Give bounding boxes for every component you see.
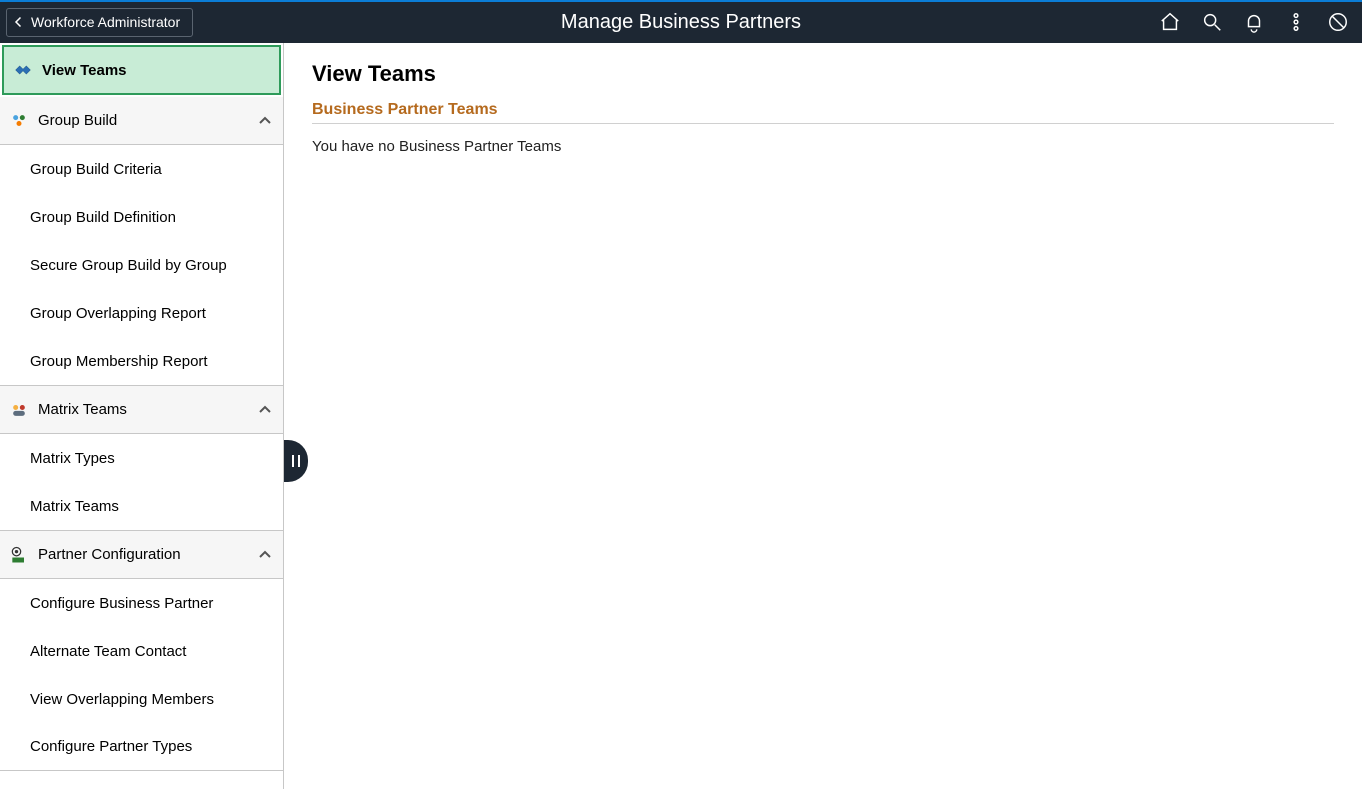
home-button[interactable] xyxy=(1156,8,1184,36)
sidebar-group-partner-configuration-items: Configure Business Partner Alternate Tea… xyxy=(0,579,283,771)
chevron-up-icon xyxy=(257,547,273,563)
section-title: Business Partner Teams xyxy=(312,101,1334,124)
sidebar-item-group-overlapping-report[interactable]: Group Overlapping Report xyxy=(0,289,283,337)
back-button-label: Workforce Administrator xyxy=(31,14,180,30)
pause-bars-icon xyxy=(290,453,302,469)
home-icon xyxy=(1159,11,1181,33)
sidebar-item-label: Matrix Types xyxy=(30,450,115,467)
back-button[interactable]: Workforce Administrator xyxy=(6,8,193,37)
sidebar-item-label: View Overlapping Members xyxy=(30,691,214,708)
sidebar-item-matrix-types[interactable]: Matrix Types xyxy=(0,434,283,482)
sidebar-item-label: Configure Business Partner xyxy=(30,595,213,612)
more-actions-button[interactable] xyxy=(1282,8,1310,36)
handshake-icon xyxy=(12,59,34,81)
sidebar-item-group-membership-report[interactable]: Group Membership Report xyxy=(0,337,283,385)
sidebar-item-alternate-team-contact[interactable]: Alternate Team Contact xyxy=(0,627,283,675)
sidebar-item-label: View Teams xyxy=(42,62,127,79)
sidebar-item-configure-business-partner[interactable]: Configure Business Partner xyxy=(0,579,283,627)
sidebar-item-secure-group-build[interactable]: Secure Group Build by Group xyxy=(0,241,283,289)
sidebar-group-label: Group Build xyxy=(38,112,117,129)
sidebar: View Teams Group Build Group Build Crite… xyxy=(0,43,284,789)
sidebar-item-configure-partner-types[interactable]: Configure Partner Types xyxy=(0,723,283,771)
accessibility-icon xyxy=(1327,11,1349,33)
sidebar-item-view-teams[interactable]: View Teams xyxy=(2,45,281,95)
people-group-icon xyxy=(8,110,30,132)
sidebar-group-label: Partner Configuration xyxy=(38,546,181,563)
sidebar-group-partner-configuration[interactable]: Partner Configuration xyxy=(0,531,283,579)
sidebar-item-label: Group Overlapping Report xyxy=(30,305,206,322)
page-title: View Teams xyxy=(312,61,1334,87)
sidebar-item-label: Alternate Team Contact xyxy=(30,643,186,660)
sidebar-item-label: Group Build Criteria xyxy=(30,161,162,178)
sidebar-item-label: Group Build Definition xyxy=(30,209,176,226)
search-icon xyxy=(1201,11,1223,33)
app-header: Workforce Administrator Manage Business … xyxy=(0,0,1362,43)
sidebar-item-label: Matrix Teams xyxy=(30,498,119,515)
chevron-up-icon xyxy=(257,113,273,129)
bell-icon xyxy=(1243,11,1265,33)
main-content: View Teams Business Partner Teams You ha… xyxy=(284,43,1362,789)
kebab-icon xyxy=(1285,11,1307,33)
sidebar-group-matrix-teams-items: Matrix Types Matrix Teams xyxy=(0,434,283,531)
chevron-up-icon xyxy=(257,402,273,418)
sidebar-item-matrix-teams[interactable]: Matrix Teams xyxy=(0,482,283,530)
sidebar-item-group-build-definition[interactable]: Group Build Definition xyxy=(0,193,283,241)
gear-building-icon xyxy=(8,544,30,566)
sidebar-group-matrix-teams[interactable]: Matrix Teams xyxy=(0,386,283,434)
sidebar-group-group-build[interactable]: Group Build xyxy=(0,97,283,145)
sidebar-item-label: Group Membership Report xyxy=(30,353,208,370)
notifications-button[interactable] xyxy=(1240,8,1268,36)
body-wrap: View Teams Group Build Group Build Crite… xyxy=(0,43,1362,789)
team-icon xyxy=(8,399,30,421)
sidebar-item-view-overlapping-members[interactable]: View Overlapping Members xyxy=(0,675,283,723)
sidebar-item-label: Configure Partner Types xyxy=(30,738,192,755)
chevron-left-icon xyxy=(13,15,25,29)
search-button[interactable] xyxy=(1198,8,1226,36)
empty-state-message: You have no Business Partner Teams xyxy=(312,138,1334,155)
header-action-icons xyxy=(1156,8,1362,36)
sidebar-group-group-build-items: Group Build Criteria Group Build Definit… xyxy=(0,145,283,386)
accessibility-button[interactable] xyxy=(1324,8,1352,36)
sidebar-item-label: Secure Group Build by Group xyxy=(30,257,227,274)
sidebar-item-group-build-criteria[interactable]: Group Build Criteria xyxy=(0,145,283,193)
sidebar-group-label: Matrix Teams xyxy=(38,401,127,418)
